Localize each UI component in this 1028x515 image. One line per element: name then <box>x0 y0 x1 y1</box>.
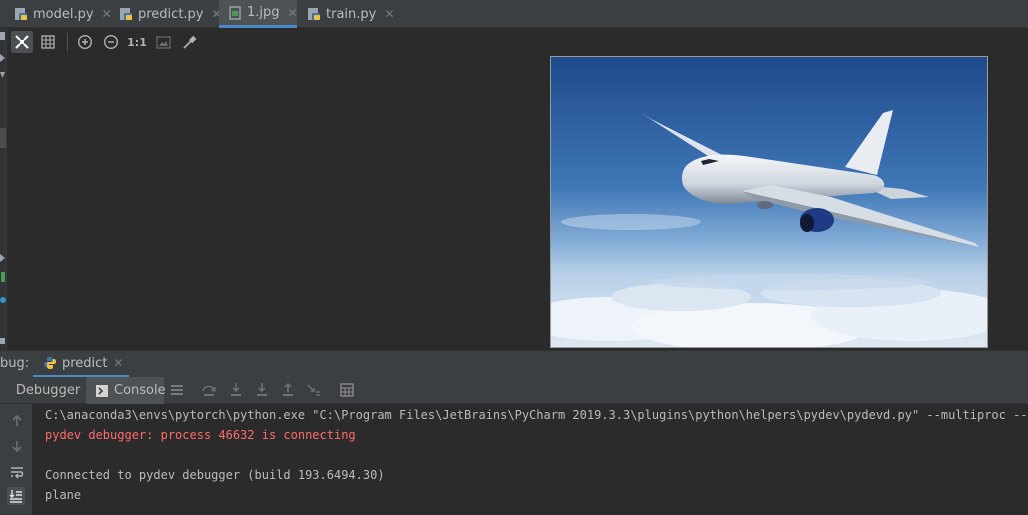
python-file-icon <box>119 7 133 21</box>
debug-tool-window-header: bug: predict ✕ <box>0 350 1028 378</box>
menu-icon[interactable] <box>169 382 185 398</box>
tab-debugger[interactable]: Debugger <box>10 377 86 404</box>
console-icon <box>96 384 108 397</box>
python-icon <box>43 356 57 370</box>
actual-size-button[interactable]: 1:1 <box>126 31 148 53</box>
color-picker-icon[interactable] <box>178 31 200 53</box>
console-side-toolbar <box>0 404 32 515</box>
zoom-out-icon[interactable] <box>100 31 122 53</box>
background-toggle-icon[interactable] <box>152 31 174 53</box>
tab-predict-py[interactable]: predict.py ✕ <box>119 0 222 28</box>
tab-label: model.py <box>33 6 94 22</box>
airplane-image <box>550 56 988 348</box>
console-line: plane <box>45 488 82 502</box>
run-to-cursor-icon[interactable] <box>306 382 322 398</box>
debug-toolbar: Debugger Console <box>0 377 1028 404</box>
left-gutter <box>0 28 7 350</box>
fit-zoom-icon[interactable] <box>11 31 33 53</box>
step-over-icon[interactable] <box>201 382 217 398</box>
console-line: C:\anaconda3\envs\pytorch\python.exe "C:… <box>45 408 1028 422</box>
tab-label: predict.py <box>138 6 204 22</box>
tab-1-jpg[interactable]: 1.jpg ✕ <box>219 0 298 28</box>
tab-debugger-label: Debugger <box>15 383 81 398</box>
scroll-down-icon[interactable] <box>8 437 26 455</box>
debug-session-label: predict <box>62 355 108 371</box>
close-icon[interactable]: ✕ <box>113 356 123 370</box>
image-file-icon <box>228 5 242 20</box>
debug-window-title: bug: <box>0 356 30 371</box>
actual-size-label: 1:1 <box>127 35 147 49</box>
close-icon[interactable]: ✕ <box>102 7 112 21</box>
scroll-to-end-icon[interactable] <box>7 487 25 505</box>
debug-session-tab-predict[interactable]: predict ✕ <box>33 351 129 378</box>
image-viewer: 1:1 <box>7 28 1028 349</box>
zoom-in-icon[interactable] <box>74 31 96 53</box>
editor-tab-bar: model.py ✕ predict.py ✕ 1.jpg ✕ train.py… <box>0 0 1028 28</box>
tab-label: 1.jpg <box>247 5 280 20</box>
tab-model-py[interactable]: model.py ✕ <box>14 0 114 28</box>
scroll-up-icon[interactable] <box>8 412 26 430</box>
close-icon[interactable]: ✕ <box>384 7 394 21</box>
close-icon[interactable]: ✕ <box>288 6 298 20</box>
grid-icon[interactable] <box>37 31 59 53</box>
airplane-photo <box>551 57 987 347</box>
step-out-icon[interactable] <box>280 382 296 398</box>
step-into-icon[interactable] <box>228 382 244 398</box>
tab-console[interactable]: Console <box>86 377 166 404</box>
soft-wrap-icon[interactable] <box>8 463 26 481</box>
image-viewer-toolbar: 1:1 <box>7 28 307 56</box>
console-line-error: pydev debugger: process 46632 is connect… <box>45 428 356 442</box>
console-line: Connected to pydev debugger (build 193.6… <box>45 468 385 482</box>
gutter-markers-icon <box>0 32 6 344</box>
force-step-into-icon[interactable] <box>254 382 270 398</box>
console-output[interactable]: C:\anaconda3\envs\pytorch\python.exe "C:… <box>32 404 1028 515</box>
toolbar-separator <box>67 33 68 51</box>
evaluate-expression-icon[interactable] <box>339 382 355 398</box>
tab-console-label: Console <box>114 383 166 398</box>
python-file-icon <box>14 7 28 21</box>
tab-train-py[interactable]: train.py ✕ <box>307 0 394 28</box>
python-file-icon <box>307 7 321 21</box>
tab-label: train.py <box>326 6 377 22</box>
